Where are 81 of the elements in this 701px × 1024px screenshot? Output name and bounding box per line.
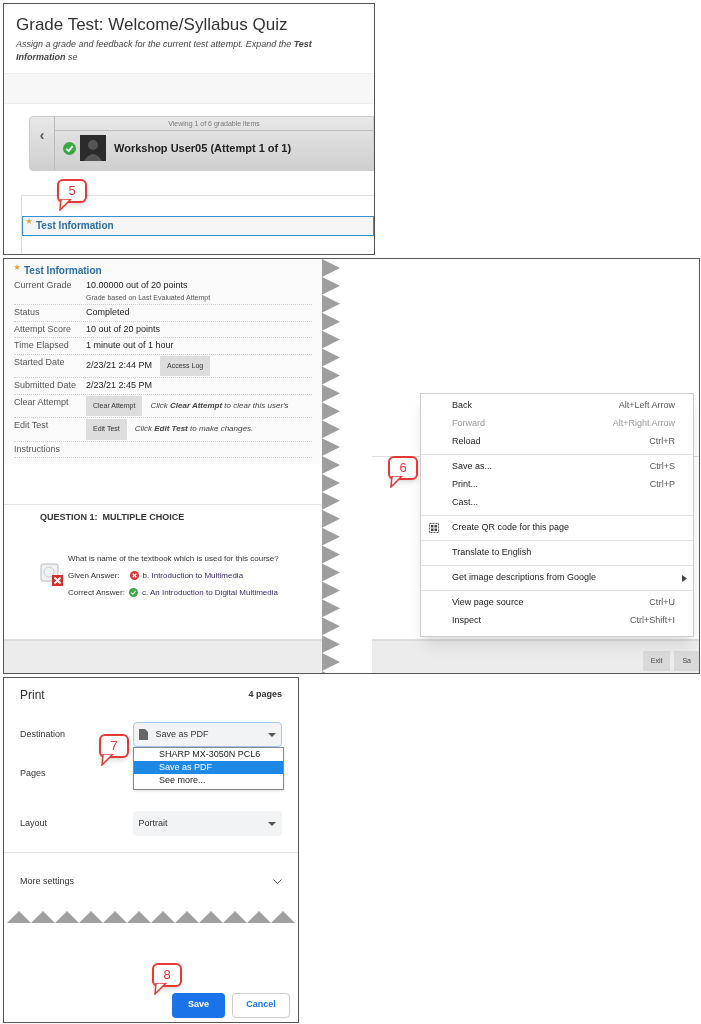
answer-label: Given Answer: (68, 569, 120, 582)
shortcut-text: Ctrl+R (649, 435, 675, 449)
question-text: What is name of the textbook which is used for this course? (68, 552, 279, 565)
more-settings-row[interactable]: More settings (4, 875, 298, 889)
step-callout: 8 (152, 963, 182, 997)
incorrect-answer-icon (40, 562, 64, 587)
page-count: 4 pages (248, 688, 282, 701)
question-heading: QUESTION 1: MULTIPLE CHOICE (40, 511, 186, 524)
field-label: Time Elapsed (14, 339, 70, 352)
page-title: Grade Test: Welcome/Syllabus Quiz (16, 14, 289, 36)
star-icon (26, 217, 32, 224)
dropdown-caret-icon (268, 732, 276, 737)
menu-item[interactable]: Inspect Ctrl+Shift+I (421, 612, 693, 630)
field-label: Submitted Date (14, 379, 78, 392)
layout-select[interactable]: Portrait (132, 811, 282, 836)
step-callout: 7 (99, 734, 129, 768)
page-subtitle: Assign a grade and feedback for the current test attempt. Expand the Test Information se (16, 37, 313, 64)
dropdown-caret-icon (268, 821, 276, 826)
avatar-icon (80, 135, 106, 161)
field-label: Attempt Score (14, 322, 73, 336)
destination-select[interactable]: Save as PDF (132, 722, 282, 747)
document-icon (138, 729, 148, 740)
step-callout: 5 (57, 179, 87, 213)
dropdown-option[interactable]: Save as PDF (134, 761, 283, 774)
setting-label: Layout (20, 816, 49, 830)
correct-answer: c. An Introduction to Digital Multimedia (141, 586, 278, 599)
given-answer: b. Introduction to Multimedia (142, 569, 244, 582)
shortcut-text: Alt+Right Arrow (612, 417, 675, 431)
step-callout: 6 (388, 456, 418, 490)
callout-pointer-icon (390, 476, 404, 488)
shortcut-text: Alt+Left Arrow (618, 399, 675, 413)
dropdown-option[interactable]: SHARP MX-3050N PCL6 (134, 748, 283, 761)
menu-item[interactable]: Get image descriptions from Google (421, 569, 693, 587)
callout-pointer-icon (154, 983, 168, 995)
hint-text: Click Clear Attempt to clear this user's (150, 399, 289, 412)
submenu-arrow-icon (682, 574, 687, 582)
chevron-down-icon (273, 879, 282, 885)
menu-item[interactable]: Cast... (421, 494, 693, 512)
student-name: Workshop User05 (Attempt 1 of 1) (114, 140, 292, 156)
field-label: Clear Attempt (14, 395, 70, 409)
menu-item[interactable]: Back Alt+Left Arrow (421, 397, 693, 415)
correct-icon (128, 588, 138, 597)
cancel-button[interactable]: Cancel (232, 992, 290, 1018)
setting-label: Destination (20, 727, 67, 741)
check-icon (63, 141, 76, 155)
field-label: Current Grade (14, 279, 73, 292)
section-header[interactable]: Test Information (22, 215, 374, 236)
star-icon (14, 264, 20, 270)
dropdown-option[interactable]: See more... (134, 774, 283, 787)
callout-pointer-icon (59, 199, 73, 211)
section-title: Test Information (24, 264, 102, 278)
answer-label: Correct Answer: (68, 586, 125, 599)
previous-button[interactable]: ‹ (30, 116, 55, 170)
field-value: Completed (86, 306, 130, 319)
field-value: 10.00000 out of 20 points (86, 279, 188, 292)
field-value: 2/23/21 2:45 PM (86, 379, 153, 392)
shortcut-text: Ctrl+S (649, 460, 675, 474)
menu-item[interactable]: View page source Ctrl+U (421, 594, 693, 612)
field-value: 2/23/21 2:44 PM (86, 359, 153, 372)
field-label: Edit Test (14, 419, 50, 432)
save-button[interactable]: Save (172, 992, 225, 1018)
menu-item[interactable]: Create QR code for this page (421, 519, 693, 537)
field-value: 1 minute out of 1 hour (86, 339, 174, 352)
hint-text: Click Edit Test to make changes. (134, 423, 254, 436)
menu-item[interactable]: Print... Ctrl+P (421, 476, 693, 494)
section-title: Test Information (36, 219, 114, 233)
shortcut-text: Ctrl+P (649, 478, 675, 492)
field-label: Status (14, 306, 41, 319)
qr-code-icon (429, 523, 439, 533)
setting-label: Pages (20, 768, 46, 778)
field-label: Instructions (14, 442, 62, 456)
field-value: 10 out of 20 points (86, 322, 161, 336)
menu-item[interactable]: Reload Ctrl+R (421, 433, 693, 451)
menu-item[interactable]: Translate to English (421, 544, 693, 562)
shortcut-text: Ctrl+Shift+I (629, 614, 675, 628)
shortcut-text: Ctrl+U (649, 596, 675, 610)
wrong-icon (129, 571, 139, 580)
field-label: Started Date (14, 355, 66, 369)
dialog-title: Print (20, 687, 45, 704)
callout-pointer-icon (101, 754, 115, 766)
menu-item[interactable]: Save as... Ctrl+S (421, 458, 693, 476)
